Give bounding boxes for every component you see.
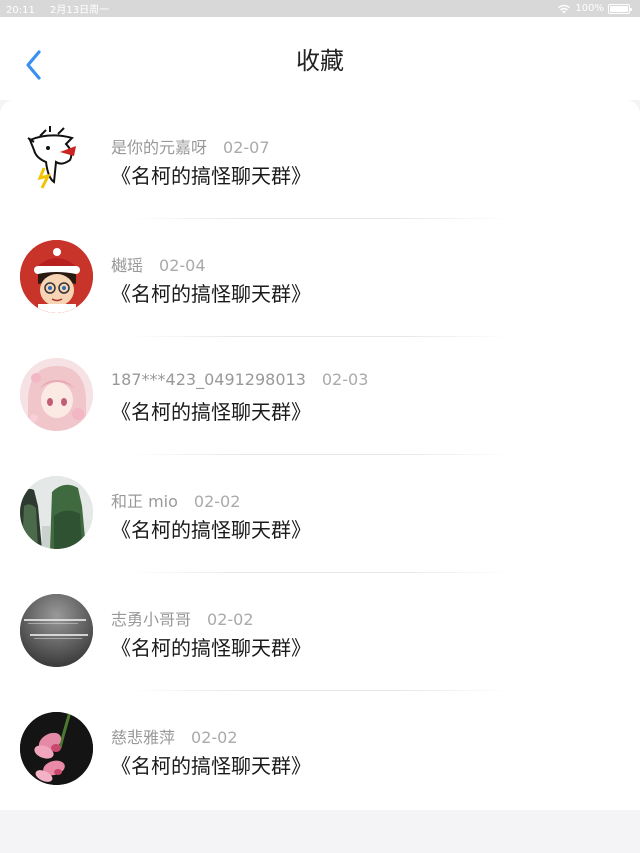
avatar [20, 712, 93, 785]
status-left: 20:11 2月13日周一 [6, 1, 121, 16]
item-meta: 樾瑶 02-04 [111, 252, 206, 276]
battery-icon [608, 3, 632, 14]
favorite-item[interactable]: 慈悲雅萍 02-02 《名柯的搞怪聊天群》 [0, 690, 640, 808]
pink-flower-avatar [20, 712, 93, 785]
item-meta: 187***423_0491298013 02-03 [111, 370, 368, 389]
avatar [20, 476, 93, 549]
item-username: 樾瑶 [111, 256, 144, 275]
item-meta: 慈悲雅萍 02-02 [111, 724, 238, 748]
back-button[interactable] [18, 47, 48, 83]
wifi-icon [558, 4, 571, 13]
grayscale-text-avatar [20, 594, 93, 667]
item-username: 和正 mio [111, 492, 178, 511]
item-username: 是你的元嘉呀 [111, 138, 208, 157]
item-meta: 志勇小哥哥 02-02 [111, 606, 254, 630]
item-meta: 是你的元嘉呀 02-07 [111, 134, 270, 158]
item-title: 《名柯的搞怪聊天群》 [111, 164, 311, 188]
conan-avatar [20, 240, 93, 313]
favorites-list: 是你的元嘉呀 02-07 《名柯的搞怪聊天群》 樾瑶 02-04 《名柯的搞怪聊… [0, 100, 640, 810]
status-right: 100% [557, 3, 632, 14]
item-username: 志勇小哥哥 [111, 610, 192, 629]
avatar [20, 358, 93, 431]
favorite-item[interactable]: 是你的元嘉呀 02-07 《名柯的搞怪聊天群》 [0, 100, 640, 218]
page-title: 收藏 [296, 47, 344, 75]
item-date: 02-02 [207, 610, 254, 629]
item-date: 02-04 [159, 256, 206, 275]
battery-percent: 100% [575, 3, 604, 14]
favorite-item[interactable]: 和正 mio 02-02 《名柯的搞怪聊天群》 [0, 454, 640, 572]
nav-header: 收藏 [0, 17, 640, 100]
avatar [20, 594, 93, 667]
item-date: 02-02 [191, 728, 238, 747]
chevron-left-icon [26, 50, 41, 80]
cartoon-sketch-avatar [27, 126, 76, 189]
avatar [20, 240, 93, 313]
item-title: 《名柯的搞怪聊天群》 [111, 754, 311, 778]
favorite-item[interactable]: 187***423_0491298013 02-03 《名柯的搞怪聊天群》 [0, 336, 640, 454]
item-meta: 和正 mio 02-02 [111, 488, 240, 512]
item-date: 02-02 [193, 492, 241, 511]
favorite-item[interactable]: 志勇小哥哥 02-02 《名柯的搞怪聊天群》 [0, 572, 640, 690]
item-title: 《名柯的搞怪聊天群》 [111, 400, 311, 424]
status-time: 20:11 [6, 5, 35, 16]
mountain-landscape-avatar [20, 476, 93, 549]
favorite-item[interactable]: 樾瑶 02-04 《名柯的搞怪聊天群》 [0, 218, 640, 336]
battery-fill [610, 5, 628, 12]
status-date: 2月13日周一 [50, 5, 110, 16]
item-title: 《名柯的搞怪聊天群》 [111, 636, 311, 660]
item-date: 02-07 [223, 138, 270, 157]
pink-anime-girl-avatar [20, 358, 93, 431]
status-bar: 20:11 2月13日周一 100% [0, 0, 640, 17]
item-title: 《名柯的搞怪聊天群》 [111, 282, 311, 306]
item-title: 《名柯的搞怪聊天群》 [111, 518, 311, 542]
item-username: 慈悲雅萍 [111, 728, 176, 747]
item-date: 02-03 [321, 370, 369, 389]
item-username: 187***423_0491298013 [111, 370, 306, 389]
avatar [20, 122, 93, 195]
